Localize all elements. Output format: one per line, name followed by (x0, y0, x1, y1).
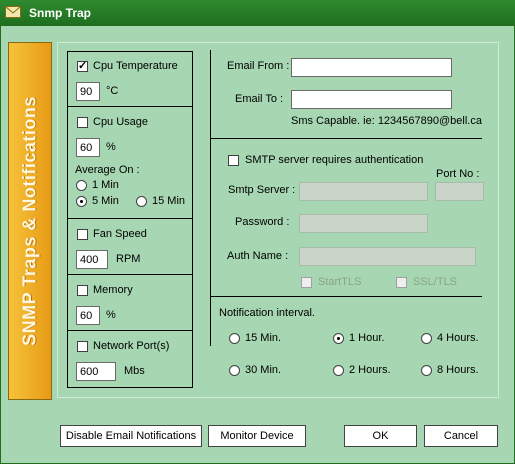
window-title: Snmp Trap (29, 6, 92, 20)
title-bar: Snmp Trap (0, 0, 515, 26)
starttls-label: StartTLS (318, 276, 362, 288)
average-1-min-label: 1 Min (92, 179, 119, 191)
password-label: Password : (235, 216, 290, 228)
cpu-temperature-input[interactable]: 90 (76, 82, 100, 101)
memory-unit: % (106, 309, 116, 321)
divider (67, 274, 193, 275)
cpu-usage-input[interactable]: 60 (76, 138, 100, 157)
average-15-min-radio[interactable] (136, 196, 147, 207)
average-on-label: Average On : (75, 164, 140, 176)
cpu-temperature-checkbox[interactable] (77, 59, 88, 72)
email-to-input[interactable] (291, 90, 452, 109)
interval-30-min-radio[interactable] (229, 365, 240, 376)
network-port-input[interactable]: 600 (76, 362, 116, 381)
divider (210, 138, 482, 139)
average-1-min-radio[interactable] (76, 180, 87, 191)
divider (67, 330, 193, 331)
disable-email-notifications-button[interactable]: Disable Email Notifications (60, 425, 202, 447)
fan-speed-unit: RPM (116, 253, 141, 265)
interval-8-hours-radio[interactable] (421, 365, 432, 376)
cpu-usage-label: Cpu Usage (93, 116, 149, 128)
cpu-usage-unit: % (106, 141, 116, 153)
interval-1-hour-label: 1 Hour. (349, 332, 385, 344)
memory-label: Memory (93, 284, 133, 296)
cpu-temperature-unit: °C (106, 85, 119, 97)
interval-30-min-label: 30 Min. (245, 364, 282, 376)
auth-name-label: Auth Name : (227, 250, 289, 262)
memory-input[interactable]: 60 (76, 306, 100, 325)
smtp-server-label: Smtp Server : (228, 184, 296, 196)
divider (210, 296, 482, 297)
envelope-icon (5, 6, 21, 18)
interval-4-hours-radio[interactable] (421, 333, 432, 344)
interval-2-hours-label: 2 Hours. (349, 364, 391, 376)
cpu-usage-checkbox[interactable] (77, 117, 88, 128)
ok-button[interactable]: OK (344, 425, 417, 447)
side-banner: SNMP Traps & Notifications (8, 42, 52, 400)
interval-15-min-label: 15 Min. (245, 332, 282, 344)
average-15-min-label: 15 Min (152, 195, 186, 207)
fan-speed-checkbox[interactable] (77, 229, 88, 240)
network-port-unit: Mbs (124, 365, 145, 377)
ssl-tls-checkbox[interactable] (396, 277, 407, 288)
cancel-button[interactable]: Cancel (424, 425, 498, 447)
port-no-input[interactable] (435, 182, 484, 201)
network-port-label: Network Port(s) (93, 340, 170, 352)
cpu-temperature-label: Cpu Temperature (93, 60, 178, 72)
port-no-label: Port No : (436, 168, 480, 180)
notification-interval-label: Notification interval. (219, 307, 315, 319)
network-port-checkbox[interactable] (77, 341, 88, 352)
fan-speed-label: Fan Speed (93, 228, 147, 240)
sensor-group (67, 51, 193, 388)
smtp-server-input[interactable] (299, 182, 428, 201)
fan-speed-input[interactable]: 400 (76, 250, 108, 269)
monitor-device-button[interactable]: Monitor Device (208, 425, 306, 447)
interval-1-hour-radio[interactable] (333, 333, 344, 344)
email-from-label: Email From : (227, 60, 290, 72)
interval-8-hours-label: 8 Hours. (437, 364, 479, 376)
email-to-label: Email To : (235, 93, 284, 105)
banner-title: SNMP Traps & Notifications (19, 96, 40, 346)
smtp-auth-label: SMTP server requires authentication (245, 154, 424, 166)
email-from-input[interactable] (291, 58, 452, 77)
divider (67, 218, 193, 219)
interval-4-hours-label: 4 Hours. (437, 332, 479, 344)
ssl-tls-label: SSL/TLS (413, 276, 458, 288)
average-5-min-radio[interactable] (76, 196, 87, 207)
average-5-min-label: 5 Min (92, 195, 119, 207)
vertical-divider (210, 50, 211, 346)
interval-15-min-radio[interactable] (229, 333, 240, 344)
auth-name-input[interactable] (299, 247, 476, 266)
starttls-checkbox[interactable] (301, 277, 312, 288)
memory-checkbox[interactable] (77, 285, 88, 296)
sms-hint: Sms Capable. ie: 1234567890@bell.ca (291, 115, 482, 127)
password-input[interactable] (299, 214, 428, 233)
divider (67, 106, 193, 107)
smtp-auth-checkbox[interactable] (228, 155, 239, 166)
interval-2-hours-radio[interactable] (333, 365, 344, 376)
